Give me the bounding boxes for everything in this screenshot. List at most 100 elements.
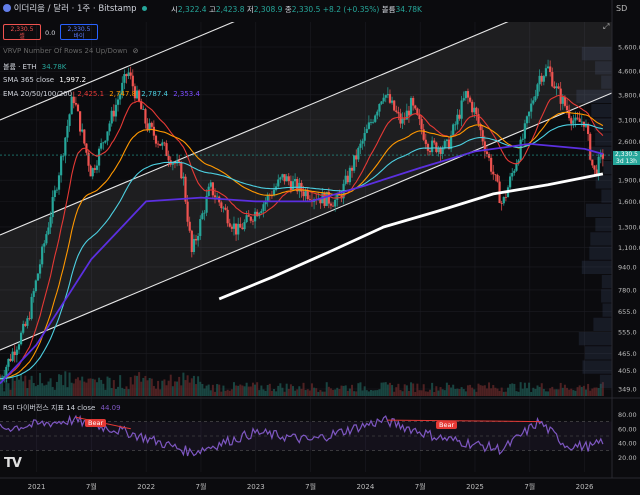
ema-label: EMA 20/50/100/200 <box>3 90 73 98</box>
candle-body <box>418 114 421 120</box>
candle-body <box>213 195 217 198</box>
candle-body <box>405 110 408 120</box>
volume-bar <box>211 384 214 396</box>
volume-bar <box>587 383 590 396</box>
price-tick-label: 940.0 <box>618 263 637 271</box>
volume-bar <box>384 382 387 396</box>
candle-body <box>433 140 436 143</box>
volume-bar <box>60 374 63 396</box>
volume-bar <box>359 382 362 396</box>
candle-body <box>388 94 392 103</box>
volume-bar <box>447 384 450 396</box>
candle-body <box>220 202 223 209</box>
expand-icon[interactable]: ⤢ <box>603 22 609 32</box>
candle-body <box>466 91 470 98</box>
volume-bar <box>165 385 168 396</box>
candle-body <box>490 157 493 172</box>
candle-body <box>83 129 86 144</box>
candle-body <box>112 110 115 117</box>
volume-bar <box>329 388 332 396</box>
volume-bar <box>544 391 547 396</box>
candle-body <box>239 223 242 228</box>
candle-body <box>580 121 583 123</box>
rsi-legend[interactable]: RSI 다이버전스 지표 14 close 44.09 <box>3 403 124 413</box>
candle-body <box>253 211 257 222</box>
eye-slash-icon[interactable]: ⊘ <box>133 47 139 55</box>
volume-bar <box>220 391 223 396</box>
volume-bar <box>481 385 484 396</box>
ema-legend[interactable]: EMA 20/50/100/200 2,425.1 2,747.8 2,787.… <box>3 90 203 98</box>
volume-bar <box>262 389 265 396</box>
volume-bar <box>490 388 493 396</box>
sma-legend[interactable]: SMA 365 close 1,997.2 <box>3 76 89 84</box>
currency-button[interactable]: SD <box>616 4 627 14</box>
volume-bar <box>538 386 541 396</box>
volume-bar <box>55 381 58 396</box>
volume-bar <box>83 381 86 396</box>
volume-bar <box>589 390 592 396</box>
volume-bar <box>570 388 573 396</box>
volume-bar <box>372 390 375 396</box>
volume-bar <box>597 388 600 396</box>
candle-body <box>32 291 35 297</box>
candle-body <box>355 155 358 160</box>
volume-bar <box>136 375 139 396</box>
vrvp-legend[interactable]: VRVP Number Of Rows 24 Up/Down ⊘ <box>3 47 141 55</box>
rsi-value: 44.09 <box>100 404 121 412</box>
volume-bar <box>264 390 267 396</box>
volume-bar <box>593 387 596 396</box>
tradingview-logo-icon[interactable]: TV <box>4 457 22 470</box>
candle-body <box>382 97 385 102</box>
candle-body <box>188 221 191 231</box>
ema200-value: 2,353.4 <box>173 90 200 98</box>
volume-legend[interactable]: 볼륨 · ETH 34.78K <box>3 62 69 72</box>
sma-label: SMA 365 close <box>3 76 55 84</box>
candle-body <box>563 96 567 106</box>
candle-body <box>378 103 381 112</box>
candle-body <box>11 351 14 361</box>
volume-bar <box>566 387 569 396</box>
candle-body <box>192 238 196 253</box>
volume-bar <box>310 383 313 396</box>
volume-bar <box>150 378 153 396</box>
open-label: 시 <box>171 5 178 14</box>
candle-body <box>561 96 564 104</box>
volume-bar <box>95 382 98 396</box>
candle-body <box>403 118 406 120</box>
volume-bar <box>142 377 145 396</box>
candle-body <box>171 162 174 165</box>
candle-body <box>159 143 162 146</box>
candle-body <box>97 148 101 166</box>
volume-bar <box>17 379 20 396</box>
candle-body <box>60 156 63 176</box>
rsi-tick-label: 40.00 <box>618 440 637 448</box>
volume-bar <box>353 391 356 396</box>
sell-button[interactable]: 2,330.5 셀 <box>3 24 41 40</box>
change-value: +8.2 (+0.35%) <box>322 5 380 14</box>
candle-body <box>91 168 94 177</box>
volume-bar <box>393 391 396 396</box>
candle-body <box>24 323 27 326</box>
volume-bar <box>422 384 425 396</box>
volume-bar <box>361 390 364 396</box>
buy-button[interactable]: 2,330.5 바이 <box>60 24 98 40</box>
volume-bar <box>439 387 442 396</box>
volume-bar <box>528 382 531 396</box>
volume-indicator-label: 볼륨 · ETH <box>3 63 37 71</box>
symbol-header[interactable]: 이더리움 / 달러 · 1주 · Bitstamp <box>3 4 148 14</box>
volume-bar <box>313 387 316 396</box>
candle-body <box>468 97 472 102</box>
volume-bar <box>534 388 537 396</box>
candle-body <box>496 174 499 182</box>
candle-body <box>123 74 126 83</box>
volume-bar <box>559 382 562 396</box>
volume-bar <box>578 385 581 396</box>
candle-body <box>331 205 335 207</box>
volume-bar <box>131 384 134 396</box>
volume-bar <box>580 386 583 396</box>
volume-bar <box>473 389 476 396</box>
candle-body <box>186 201 189 222</box>
low-label: 저 <box>246 5 254 14</box>
candle-body <box>376 111 379 116</box>
price-tick-label: 1,600.0 <box>618 198 640 206</box>
